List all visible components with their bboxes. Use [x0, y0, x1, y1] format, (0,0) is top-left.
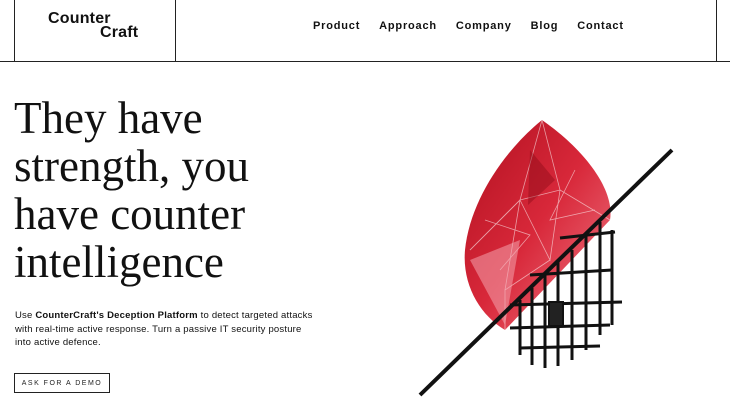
headline-line: They have: [14, 93, 203, 143]
logo[interactable]: Counter Craft: [48, 11, 139, 41]
desc-text: Use: [15, 310, 36, 321]
hero-description: Use CounterCraft's Deception Platform to…: [15, 309, 315, 350]
desc-product-name: CounterCraft's Deception Platform: [35, 310, 198, 321]
nav-approach[interactable]: Approach: [379, 20, 437, 32]
divider: [716, 0, 717, 62]
hero-headline: They have strength, you have counter int…: [14, 94, 334, 286]
headline-line: have counter: [14, 189, 246, 239]
nav-contact[interactable]: Contact: [577, 20, 624, 32]
nav-company[interactable]: Company: [456, 20, 512, 32]
cage-lock: [548, 301, 564, 327]
gem-shape: [464, 120, 611, 330]
headline-line: strength, you: [14, 141, 249, 191]
gem-cage-illustration: [418, 120, 674, 397]
divider: [175, 0, 176, 62]
headline-line: intelligence: [14, 237, 224, 287]
nav-product[interactable]: Product: [313, 20, 360, 32]
site-header: Counter Craft Product Approach Company B…: [0, 0, 730, 62]
ask-demo-button[interactable]: ASK FOR A DEMO: [14, 373, 110, 393]
divider: [14, 0, 15, 62]
main-nav: Product Approach Company Blog Contact: [313, 20, 643, 32]
nav-blog[interactable]: Blog: [531, 20, 559, 32]
logo-line-2: Craft: [100, 24, 139, 41]
